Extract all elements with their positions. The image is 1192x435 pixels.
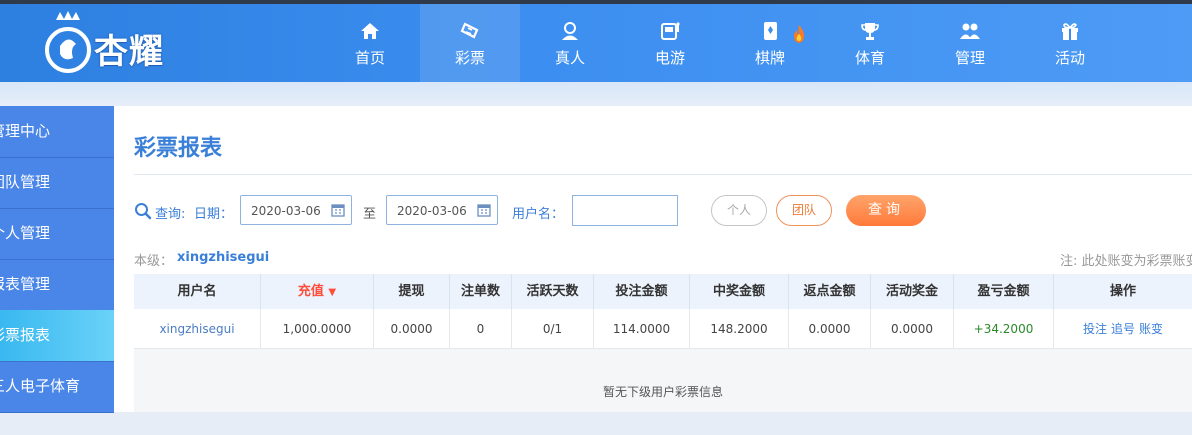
column-header: 盈亏金额 — [954, 274, 1054, 309]
logo-crest-icon — [45, 11, 91, 73]
nav-label: 首页 — [354, 49, 385, 67]
level-label: 本级： — [134, 254, 174, 269]
home-icon — [361, 23, 379, 39]
nav-item-live[interactable]: 真人 — [520, 4, 620, 82]
title-divider — [134, 174, 1192, 175]
trophy-icon — [861, 23, 879, 40]
column-header: 投注金额 — [594, 274, 690, 309]
sub-header-band — [0, 82, 1192, 106]
column-header: 提现 — [374, 274, 450, 309]
query-bar: 查询: 日期： 至 用户名： 个人 团队 查询 — [134, 194, 1192, 228]
nav-item-chess-cards[interactable]: 棋牌 — [720, 4, 820, 82]
cell-win-amount: 148.2000 — [690, 309, 789, 349]
sidebar-item-report-management[interactable]: 报表管理 — [0, 259, 114, 311]
logo-text: 杏耀 — [94, 32, 164, 72]
sidebar-item-lottery-report[interactable]: 彩票报表 — [0, 310, 114, 362]
cell-rebate: 0.0000 — [789, 309, 871, 349]
sidebar-item-management-center[interactable]: 管理中心 — [0, 106, 114, 158]
sidebar-item-team-management[interactable]: 团队管理 — [0, 157, 114, 209]
cell-deposit: 1,000.0000 — [261, 309, 374, 349]
nav-item-home[interactable]: 首页 — [320, 4, 420, 82]
sidebar-item-personal-management[interactable]: 个人管理 — [0, 208, 114, 260]
account-change-link[interactable]: 账变 — [1139, 322, 1163, 336]
cell-bet-amount: 114.0000 — [594, 309, 690, 349]
nav-item-sports[interactable]: 体育 — [820, 4, 920, 82]
nav-label: 棋牌 — [754, 49, 785, 67]
bet-link[interactable]: 投注 — [1083, 322, 1107, 336]
username-input[interactable] — [572, 195, 678, 226]
nav-label: 管理 — [954, 49, 985, 67]
date-label: 日期： — [194, 207, 234, 222]
nav-item-manage[interactable]: 管理 — [920, 4, 1020, 82]
users-icon — [960, 23, 980, 39]
cell-profit: +34.2000 — [954, 309, 1054, 349]
query-label: 查询: — [155, 207, 186, 222]
sort-down-icon: ▼ — [328, 287, 337, 298]
team-button[interactable]: 团队 — [776, 195, 832, 226]
column-header: 返点金额 — [789, 274, 871, 309]
column-header: 中奖金额 — [690, 274, 789, 309]
nav-item-promotions[interactable]: 活动 — [1020, 4, 1120, 82]
account-change-note: 注: 此处账变为彩票账变 — [1060, 254, 1192, 269]
header: 杏耀 首页 彩票 真人 电游 棋牌 体育 管理 活动 — [0, 4, 1192, 82]
logo[interactable]: 杏耀 — [40, 10, 190, 78]
search-icon — [135, 203, 152, 220]
sidebar-item-label: 报表管理 — [0, 275, 51, 293]
cell-bet-count: 0 — [450, 309, 512, 349]
sidebar-item-label: 团队管理 — [0, 173, 51, 191]
nav-label: 电游 — [654, 49, 685, 67]
column-header: 活动奖金 — [871, 274, 954, 309]
nav-label: 真人 — [554, 49, 585, 67]
end-date-field[interactable] — [386, 195, 498, 225]
nav-item-slots[interactable]: 电游 — [620, 4, 720, 82]
sidebar: 管理中心 团队管理 个人管理 报表管理 彩票报表 三人电子体育 — [0, 106, 114, 413]
column-header: 用户名 — [134, 274, 261, 309]
column-header-sortable[interactable]: 充值 ▼ — [261, 274, 374, 309]
slot-machine-icon — [661, 22, 680, 40]
cell-withdraw: 0.0000 — [374, 309, 450, 349]
sidebar-item-label: 彩票报表 — [0, 326, 51, 344]
column-header: 注单数 — [450, 274, 512, 309]
level-username: xingzhisegui — [177, 250, 270, 265]
start-date-field[interactable] — [240, 195, 352, 225]
search-button[interactable]: 查询 — [846, 195, 926, 226]
column-header: 操作 — [1054, 274, 1192, 309]
username-label: 用户名： — [512, 207, 565, 222]
end-date-input[interactable] — [395, 201, 479, 221]
sidebar-item-label: 管理中心 — [0, 122, 51, 140]
ticket-icon — [460, 22, 479, 39]
nav-label: 彩票 — [454, 49, 485, 67]
cell-active-days: 0/1 — [512, 309, 594, 349]
calendar-icon[interactable] — [477, 203, 491, 217]
dealer-icon — [562, 22, 578, 40]
calendar-icon[interactable] — [331, 203, 345, 217]
chase-link[interactable]: 追号 — [1111, 322, 1135, 336]
sidebar-item-label: 个人管理 — [0, 224, 51, 242]
poker-card-icon — [764, 22, 777, 40]
current-level: 本级： xingzhisegui 注: 此处账变为彩票账变 — [134, 250, 1192, 269]
main-content: 彩票报表 查询: 日期： 至 用户名： 个人 — [114, 106, 1192, 412]
date-range-separator: 至 — [363, 207, 377, 222]
cell-bonus: 0.0000 — [871, 309, 954, 349]
empty-state-message: 暂无下级用户彩票信息 — [134, 349, 1192, 412]
column-header-label: 充值 — [297, 284, 324, 299]
personal-button[interactable]: 个人 — [711, 195, 767, 226]
nav-label: 活动 — [1054, 49, 1085, 67]
page-title: 彩票报表 — [134, 136, 223, 161]
fire-icon — [794, 25, 804, 43]
cell-username[interactable]: xingzhisegui — [134, 309, 261, 349]
nav-item-lottery[interactable]: 彩票 — [420, 4, 520, 82]
sidebar-item-label: 三人电子体育 — [0, 377, 81, 395]
sidebar-item-esports-report[interactable]: 三人电子体育 — [0, 361, 114, 413]
cell-actions: 投注 追号 账变 — [1054, 309, 1192, 349]
nav-label: 体育 — [854, 49, 885, 67]
start-date-input[interactable] — [249, 201, 333, 221]
gift-icon — [1062, 23, 1078, 40]
column-header: 活跃天数 — [512, 274, 594, 309]
report-table: 用户名 充值 ▼ 提现 注单数 活跃天数 投注金额 中奖金额 返点金额 活动奖金… — [134, 274, 1192, 412]
